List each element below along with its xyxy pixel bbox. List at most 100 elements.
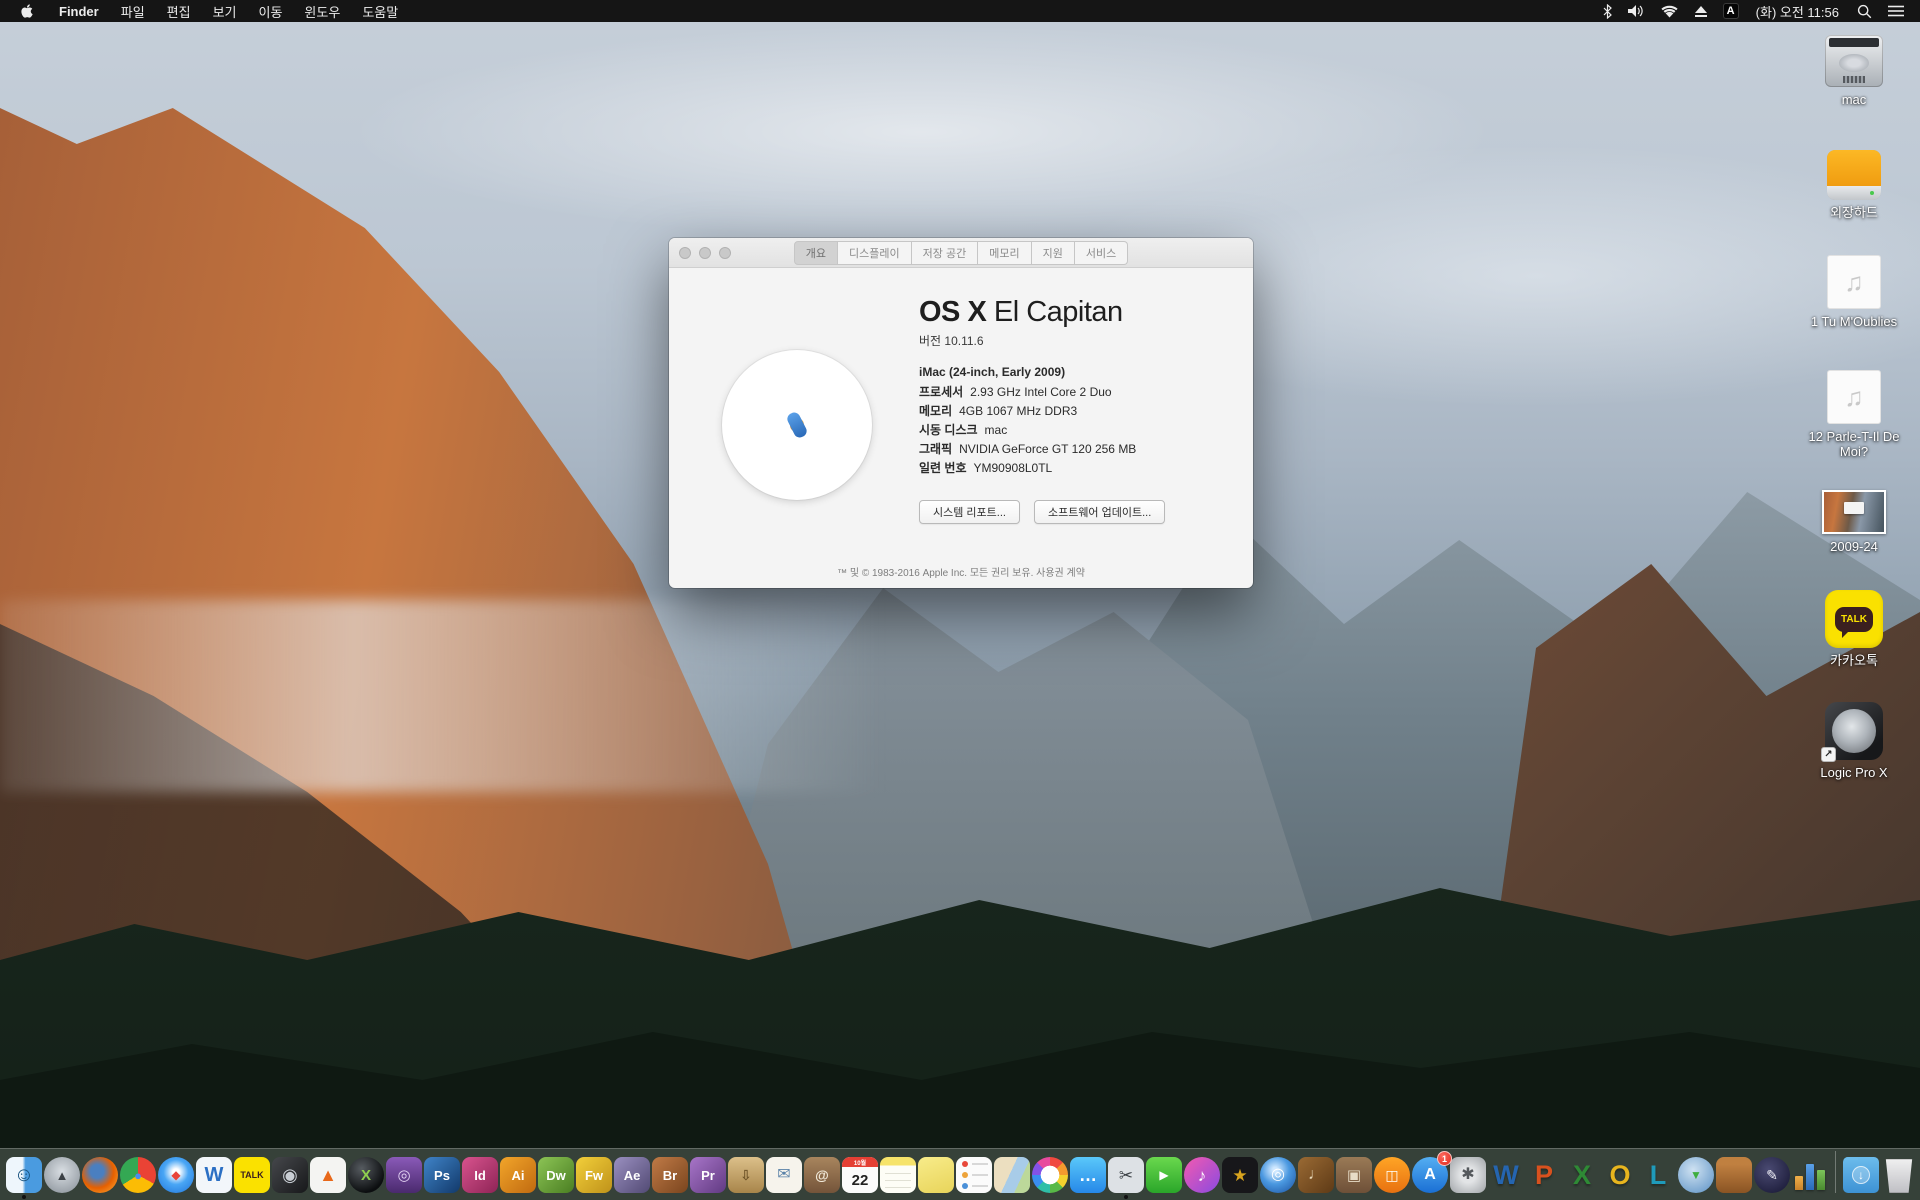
calendar-day: 22 <box>851 1171 869 1189</box>
desktop-icon-mac-hdd[interactable]: mac <box>1794 35 1914 107</box>
imovie-dock-icon[interactable]: ★ <box>1222 1155 1258 1193</box>
contacts-dock-icon[interactable]: @ <box>804 1155 840 1193</box>
stickies-dock-icon[interactable] <box>918 1155 954 1193</box>
ms-word-dock-icon[interactable]: W <box>1488 1155 1524 1193</box>
pages-dock-icon[interactable]: ✎ <box>1754 1155 1790 1193</box>
tab-overview[interactable]: 개요 <box>793 240 839 265</box>
tab-service[interactable]: 서비스 <box>1074 240 1129 265</box>
idvd-dock-icon[interactable]: ◎ <box>1260 1155 1296 1193</box>
menu-view[interactable]: 보기 <box>202 0 248 22</box>
winebottler-dock-icon[interactable]: W <box>196 1155 232 1193</box>
firefox-dock-icon[interactable] <box>82 1155 118 1193</box>
desktop-icon-image-file[interactable]: 2009-24 <box>1794 490 1914 554</box>
x-player-dock-icon[interactable]: X <box>348 1155 384 1193</box>
numbers-dock-icon[interactable] <box>1792 1155 1828 1193</box>
desktop-icon-external-hdd[interactable]: 외장하드 <box>1794 150 1914 220</box>
menu-file[interactable]: 파일 <box>110 0 156 22</box>
menu-finder[interactable]: Finder <box>48 0 110 22</box>
downloads-folder-dock-icon[interactable]: ↓ <box>1843 1155 1879 1193</box>
kakaotalk-dock-icon[interactable]: TALK <box>234 1155 270 1193</box>
app-store-dock-icon[interactable]: A1 <box>1412 1151 1452 1193</box>
safari-dock-icon[interactable]: ◆ <box>158 1155 194 1193</box>
menu-go[interactable]: 이동 <box>248 0 294 22</box>
os-title: OS X El Capitan <box>919 296 1165 329</box>
menu-edit[interactable]: 편집 <box>156 0 202 22</box>
notes-dock-icon[interactable] <box>880 1155 916 1193</box>
ms-excel-dock-icon[interactable]: X <box>1564 1155 1600 1193</box>
spec-value: YM90908L0TL <box>973 461 1053 475</box>
bridge-dock-icon[interactable]: Br <box>652 1155 688 1193</box>
ms-lync-dock-icon[interactable]: L <box>1640 1155 1676 1193</box>
kakaotalk-glyph: TALK <box>240 1169 264 1180</box>
facetime-dock-icon[interactable]: ▶ <box>1146 1155 1182 1193</box>
software-update-button[interactable]: 소프트웨어 업데이트... <box>1033 500 1166 524</box>
spotlight-search-icon[interactable] <box>1851 0 1878 22</box>
kakaotalk-icon: TALK <box>1825 590 1883 648</box>
tab-support[interactable]: 지원 <box>1031 240 1075 265</box>
messages-dock-icon[interactable]: … <box>1070 1155 1106 1193</box>
running-indicator <box>1124 1195 1128 1199</box>
garageband-dock-icon[interactable]: ♩ <box>1298 1155 1334 1193</box>
copyright-footer: ™ 및 © 1983-2016 Apple Inc. 모든 권리 보유. 사용권… <box>837 568 1085 579</box>
ms-powerpoint-dock-icon[interactable]: P <box>1526 1155 1562 1193</box>
notification-center-icon[interactable] <box>1882 0 1910 22</box>
reminders-dock-icon[interactable] <box>956 1155 992 1193</box>
desktop-icon-audio-file-1[interactable]: ♫ 1 Tu M'Oublies <box>1794 255 1914 329</box>
premiere-dock-icon[interactable]: Pr <box>690 1155 726 1193</box>
system-preferences-dock-icon[interactable]: ✱ <box>1450 1155 1486 1193</box>
desktop-icon-logic-pro[interactable]: ↗ Logic Pro X <box>1794 702 1914 780</box>
winebottler-glyph: W <box>204 1164 224 1186</box>
launchpad-dock-icon[interactable]: ▲ <box>44 1155 80 1193</box>
mail-dock-icon[interactable]: ✉ <box>766 1155 802 1193</box>
ibooks-dock-icon[interactable]: ◫ <box>1374 1155 1410 1193</box>
maps-dock-icon[interactable] <box>994 1155 1030 1193</box>
system-report-button[interactable]: 시스템 리포트... <box>919 500 1020 524</box>
finder-dock-icon[interactable]: ☺ <box>6 1155 42 1199</box>
input-source-badge[interactable]: A <box>1722 3 1739 19</box>
desktop-icon-label: 외장하드 <box>1830 205 1878 220</box>
illustrator-dock-icon[interactable]: Ai <box>500 1155 536 1193</box>
minimize-button[interactable] <box>699 246 711 259</box>
chrome-glyph: ● <box>134 1167 142 1183</box>
chrome-dock-icon[interactable]: ● <box>120 1155 156 1193</box>
tab-displays[interactable]: 디스플레이 <box>838 240 912 265</box>
fireworks-dock-icon[interactable]: Fw <box>576 1155 612 1193</box>
dreamweaver-dock-icon[interactable]: Dw <box>538 1155 574 1193</box>
logic-pro-dock-icon[interactable]: ◉ <box>272 1155 308 1193</box>
eject-icon[interactable] <box>1688 0 1714 22</box>
pages-glyph: ✎ <box>1766 1167 1778 1183</box>
dock: ☺ ▲ ● ◆ W TALK ◉ ▲ X ◎ Ps Id Ai Dw Fw Ae Br Pr ⇩ ✉ @10월 22… ✂ ▶… <box>0 1148 1920 1200</box>
desktop-icon-column: mac 외장하드 ♫ 1 Tu M'Oublies ♫ 12 Parle-T-I… <box>1794 22 1914 922</box>
keynote-dock-icon[interactable] <box>1716 1155 1752 1193</box>
running-indicator <box>22 1195 26 1199</box>
zoom-button[interactable] <box>719 246 731 259</box>
calendar-dock-icon[interactable]: 10월 22 <box>842 1155 878 1193</box>
menu-bar-clock[interactable]: (화) 오전 11:56 <box>1748 2 1847 21</box>
photo-collage-dock-icon[interactable]: ▣ <box>1336 1155 1372 1193</box>
indesign-dock-icon[interactable]: Id <box>462 1155 498 1193</box>
photos-dock-icon[interactable] <box>1032 1155 1068 1193</box>
close-button[interactable] <box>679 246 691 259</box>
tab-storage[interactable]: 저장 공간 <box>911 240 979 265</box>
desktop-icon-audio-file-2[interactable]: ♫ 12 Parle-T-Il De Moi? <box>1794 370 1914 459</box>
volume-icon[interactable] <box>1622 0 1651 22</box>
apple-menu[interactable] <box>12 0 48 22</box>
safari-glyph: ◆ <box>171 1168 181 1182</box>
desktop-icon-kakaotalk[interactable]: TALK 카카오톡 <box>1794 590 1914 668</box>
web-downloader-dock-icon[interactable]: ▼ <box>1678 1155 1714 1193</box>
vlc-dock-icon[interactable]: ▲ <box>310 1155 346 1193</box>
wifi-icon[interactable] <box>1655 0 1684 22</box>
window-titlebar[interactable]: 개요 디스플레이 저장 공간 메모리 지원 서비스 <box>669 238 1253 268</box>
itunes-dock-icon[interactable]: ♪ <box>1184 1155 1220 1193</box>
grab-screenshot-dock-icon[interactable]: ✂ <box>1108 1155 1144 1199</box>
ms-outlook-dock-icon[interactable]: O <box>1602 1155 1638 1193</box>
photoshop-dock-icon[interactable]: Ps <box>424 1155 460 1193</box>
stuffit-expander-dock-icon[interactable]: ⇩ <box>728 1155 764 1193</box>
trash-dock-icon[interactable] <box>1881 1155 1917 1193</box>
bluetooth-icon[interactable] <box>1597 0 1618 22</box>
tab-memory[interactable]: 메모리 <box>978 240 1032 265</box>
after-effects-dock-icon[interactable]: Ae <box>614 1155 650 1193</box>
toast-titanium-dock-icon[interactable]: ◎ <box>386 1155 422 1193</box>
menu-help[interactable]: 도움말 <box>351 0 409 22</box>
menu-window[interactable]: 윈도우 <box>293 0 351 22</box>
